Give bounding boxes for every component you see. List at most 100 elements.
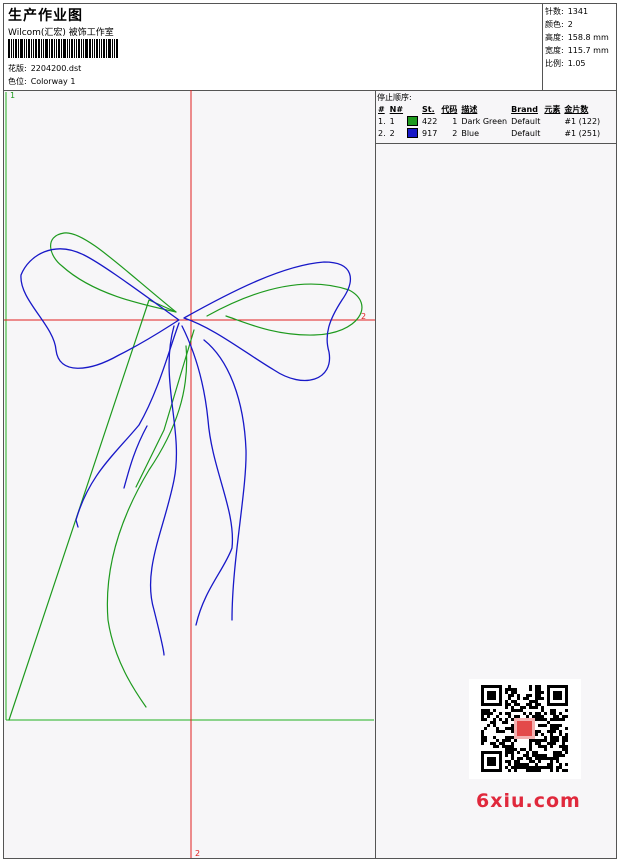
barcode bbox=[8, 39, 146, 58]
qr-module bbox=[490, 742, 493, 745]
qr-module bbox=[499, 712, 502, 715]
qr-module bbox=[520, 709, 523, 712]
qr-module bbox=[544, 736, 547, 739]
qr-module bbox=[517, 715, 520, 718]
qr-module bbox=[553, 730, 556, 733]
qr-module bbox=[481, 730, 484, 733]
qr-module bbox=[553, 715, 556, 718]
qr-module bbox=[565, 751, 568, 754]
qr-module bbox=[532, 766, 535, 769]
barcode-bar bbox=[99, 39, 100, 58]
qr-module bbox=[544, 724, 547, 727]
design-file-row: 花版: 2204200.dst bbox=[8, 63, 81, 74]
blue-left-tail bbox=[75, 322, 180, 528]
green-jump-stitch bbox=[8, 299, 177, 721]
qr-module bbox=[514, 715, 517, 718]
stat-value: 115.7 mm bbox=[567, 46, 609, 55]
qr-module bbox=[550, 769, 553, 772]
qr-module bbox=[526, 766, 529, 769]
qr-module bbox=[529, 757, 532, 760]
barcode-bar bbox=[43, 39, 44, 58]
qr-module bbox=[541, 715, 544, 718]
qr-module bbox=[502, 730, 505, 733]
qr-module bbox=[514, 691, 517, 694]
sheet-title: 生产作业图 bbox=[8, 8, 83, 24]
qr-module bbox=[541, 745, 544, 748]
qr-module bbox=[565, 736, 568, 739]
qr-module bbox=[559, 712, 562, 715]
qr-module bbox=[520, 757, 523, 760]
qr-module bbox=[538, 691, 541, 694]
qr-module bbox=[556, 769, 559, 772]
stat-colors: 颜色: 2 bbox=[545, 19, 573, 30]
barcode-bar bbox=[33, 39, 34, 58]
qr-module bbox=[532, 754, 535, 757]
qr-module bbox=[550, 712, 553, 715]
qr-module bbox=[559, 763, 562, 766]
qr-finder bbox=[487, 757, 496, 766]
qr-module bbox=[520, 763, 523, 766]
qr-module bbox=[505, 760, 508, 763]
qr-module bbox=[502, 745, 505, 748]
stat-value: 1341 bbox=[567, 7, 589, 16]
barcode-bar bbox=[78, 39, 80, 58]
barcode-bar bbox=[63, 39, 66, 58]
qr-module bbox=[556, 760, 559, 763]
qr-module bbox=[562, 736, 565, 739]
qr-module bbox=[487, 712, 490, 715]
qr-module bbox=[532, 751, 535, 754]
qr-module bbox=[547, 766, 550, 769]
crosshair-bottom-marker: 2 bbox=[195, 849, 200, 858]
qr-module bbox=[562, 715, 565, 718]
qr-module bbox=[505, 748, 508, 751]
qr-module bbox=[511, 694, 514, 697]
color-swatch-cell bbox=[405, 115, 420, 127]
thread-brand: Default bbox=[511, 128, 541, 138]
qr-module bbox=[562, 748, 565, 751]
qr-module bbox=[505, 739, 508, 742]
design-file-value: 2204200.dst bbox=[30, 64, 82, 73]
stop-list-heading: 停止顺序: bbox=[377, 93, 412, 102]
qr-module bbox=[514, 703, 517, 706]
qr-module bbox=[511, 709, 514, 712]
blue-right-tail bbox=[203, 339, 247, 621]
colorway-value: Colorway 1 bbox=[30, 77, 76, 86]
barcode-bar bbox=[74, 39, 75, 58]
qr-module bbox=[562, 754, 565, 757]
stop-number: 1. bbox=[378, 116, 386, 126]
qr-module bbox=[541, 733, 544, 736]
qr-module bbox=[508, 712, 511, 715]
qr-module bbox=[565, 745, 568, 748]
header-info: 生产作业图 Wilcom(汇宏) 被饰工作室 花版: 2204200.dst 色位… bbox=[4, 4, 542, 90]
qr-module bbox=[556, 718, 559, 721]
qr-module bbox=[550, 742, 553, 745]
qr-module bbox=[499, 718, 502, 721]
qr-module bbox=[553, 718, 556, 721]
qr-module bbox=[487, 724, 490, 727]
qr-module bbox=[553, 709, 556, 712]
qr-module bbox=[544, 757, 547, 760]
qr-module bbox=[514, 688, 517, 691]
stat-width: 宽度: 115.7 mm bbox=[545, 45, 609, 56]
qr-module bbox=[529, 766, 532, 769]
qr-module bbox=[493, 736, 496, 739]
sequin-count: #1 (122) bbox=[564, 116, 601, 126]
qr-module bbox=[523, 706, 526, 709]
element-cell bbox=[542, 115, 562, 127]
qr-module bbox=[523, 712, 526, 715]
stop-list-divider bbox=[376, 143, 616, 144]
qr-module bbox=[517, 697, 520, 700]
barcode-bar bbox=[76, 39, 77, 58]
qr-module bbox=[535, 691, 538, 694]
green-left-loop bbox=[50, 232, 177, 313]
barcode-bar bbox=[71, 39, 73, 58]
qr-module bbox=[550, 733, 553, 736]
qr-finder bbox=[487, 691, 496, 700]
qr-module bbox=[499, 730, 502, 733]
barcode-bar bbox=[103, 39, 105, 58]
qr-module bbox=[535, 694, 538, 697]
barcode-bar bbox=[114, 39, 115, 58]
thread-code: 2 bbox=[452, 128, 458, 138]
qr-module bbox=[529, 745, 532, 748]
barcode-bar bbox=[38, 39, 40, 58]
